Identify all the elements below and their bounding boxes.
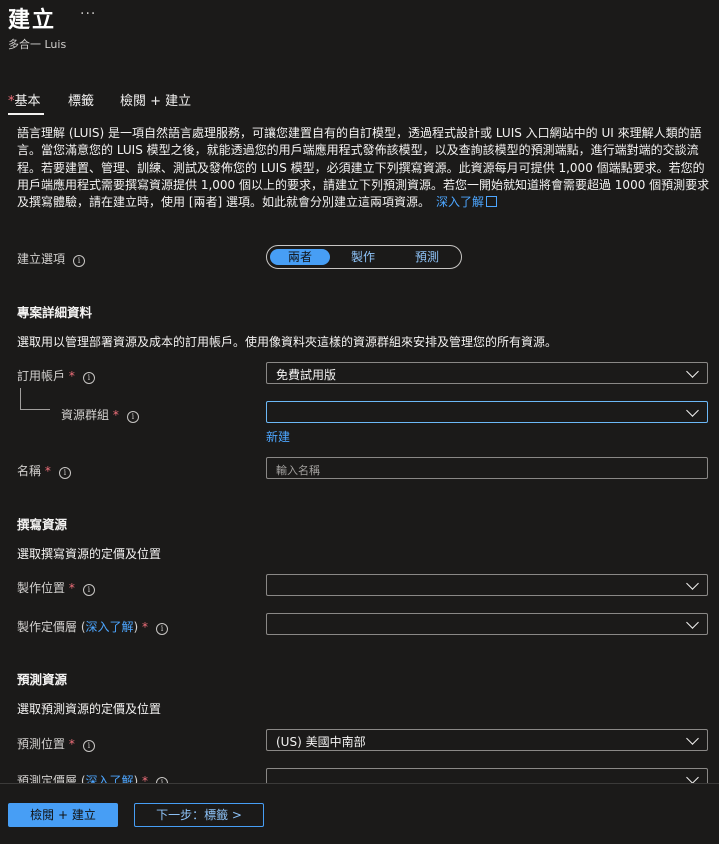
required-marker: * (138, 774, 149, 783)
create-option-label-text: 建立選項 (17, 252, 66, 266)
external-link-icon[interactable] (486, 196, 498, 208)
required-marker: * (138, 620, 149, 634)
create-option-label: 建立選項 i (17, 250, 86, 267)
authoring-tier-label-text: 製作定價層 ( (17, 620, 86, 634)
create-new-resource-group-link[interactable]: 新建 (266, 428, 290, 445)
tab-basics[interactable]: *基本 (8, 90, 41, 109)
required-marker: * (109, 408, 119, 422)
page-title: 建立 (8, 8, 57, 33)
authoring-description: 選取撰寫資源的定價及位置 (17, 547, 162, 561)
chevron-down-icon (686, 771, 699, 783)
info-icon[interactable]: i (73, 255, 86, 267)
review-create-button[interactable]: 檢閱 + 建立 (8, 803, 118, 827)
prediction-description: 選取預測資源的定價及位置 (17, 702, 162, 716)
subscription-value: 免費試用版 (276, 368, 337, 382)
project-details-heading: 專案詳細資料 (17, 305, 93, 320)
chevron-down-icon (686, 732, 699, 745)
prediction-tier-dropdown[interactable] (266, 768, 708, 783)
page-subtitle: 多合一 Luis (8, 38, 67, 51)
option-prediction[interactable]: 預測 (397, 249, 457, 265)
authoring-tier-learn-more-link[interactable]: 深入了解 (86, 620, 134, 634)
tab-bar: *基本 標籤 檢閱 + 建立 (8, 90, 308, 115)
info-icon[interactable]: i (82, 740, 95, 752)
prediction-location-label-text: 預測位置 (17, 737, 66, 751)
tab-selected-indicator (8, 113, 44, 115)
subscription-label-text: 訂用帳戶 (17, 369, 66, 383)
prediction-location-label: 預測位置 * i (17, 735, 95, 752)
service-description: 語言理解 (LUIS) 是一項自然語言處理服務，可讓您建置自有的自訂模型，透過程… (17, 125, 710, 211)
tab-basics-label: 基本 (14, 94, 41, 109)
scroll-clip-region: 預測定價層 (深入了解) * i (0, 765, 719, 783)
next-tags-button[interactable]: 下一步：標籤 > (134, 803, 264, 827)
option-authoring[interactable]: 製作 (333, 249, 393, 265)
prediction-tier-label: 預測定價層 (深入了解) * i (17, 772, 169, 783)
tree-connector (20, 388, 21, 409)
project-details-description: 選取用以管理部署資源及成本的訂用帳戶。使用像資料夾這樣的資源群組來安排及管理您的… (17, 335, 558, 349)
authoring-tier-label: 製作定價層 (深入了解) * i (17, 618, 169, 635)
more-options-icon[interactable]: ··· (80, 6, 96, 22)
resource-group-dropdown[interactable] (266, 401, 708, 423)
create-option-toggle[interactable]: 兩者 製作 預測 (266, 245, 462, 269)
required-marker: * (65, 581, 75, 595)
required-marker: * (65, 369, 75, 383)
authoring-heading: 撰寫資源 (17, 517, 68, 532)
info-icon[interactable]: i (82, 372, 95, 384)
authoring-location-label: 製作位置 * i (17, 579, 95, 596)
footer-divider (0, 783, 719, 784)
subscription-label: 訂用帳戶 * i (17, 367, 95, 384)
resource-group-label-text: 資源群組 (61, 408, 110, 422)
required-marker: * (41, 464, 51, 478)
name-label: 名稱 * i (17, 462, 71, 479)
name-label-text: 名稱 (17, 464, 42, 478)
name-placeholder: 輸入名稱 (276, 464, 320, 477)
authoring-location-dropdown[interactable] (266, 574, 708, 596)
prediction-location-value: (US) 美國中南部 (276, 735, 366, 749)
info-icon[interactable]: i (156, 623, 169, 635)
prediction-tier-learn-more-link[interactable]: 深入了解 (86, 774, 134, 783)
required-marker: * (65, 737, 75, 751)
chevron-down-icon (686, 365, 699, 378)
authoring-tier-dropdown[interactable] (266, 613, 708, 635)
prediction-heading: 預測資源 (17, 672, 68, 687)
chevron-down-icon (686, 404, 699, 417)
chevron-down-icon (686, 616, 699, 629)
info-icon[interactable]: i (126, 411, 139, 423)
resource-group-label: 資源群組 * i (61, 406, 139, 423)
description-text: 語言理解 (LUIS) 是一項自然語言處理服務，可讓您建置自有的自訂模型，透過程… (17, 126, 710, 210)
info-icon[interactable]: i (58, 467, 71, 479)
prediction-tier-label-text: 預測定價層 ( (17, 774, 86, 783)
tab-tags[interactable]: 標籤 (68, 90, 94, 109)
authoring-location-label-text: 製作位置 (17, 581, 66, 595)
tab-review-create[interactable]: 檢閱 + 建立 (120, 90, 191, 109)
prediction-location-dropdown[interactable]: (US) 美國中南部 (266, 729, 708, 751)
tree-connector (20, 409, 50, 410)
subscription-dropdown[interactable]: 免費試用版 (266, 362, 708, 384)
chevron-down-icon (686, 577, 699, 590)
option-both[interactable]: 兩者 (270, 249, 330, 265)
name-input[interactable]: 輸入名稱 (266, 457, 708, 479)
learn-more-link[interactable]: 深入了解 (436, 195, 484, 209)
info-icon[interactable]: i (82, 584, 95, 596)
